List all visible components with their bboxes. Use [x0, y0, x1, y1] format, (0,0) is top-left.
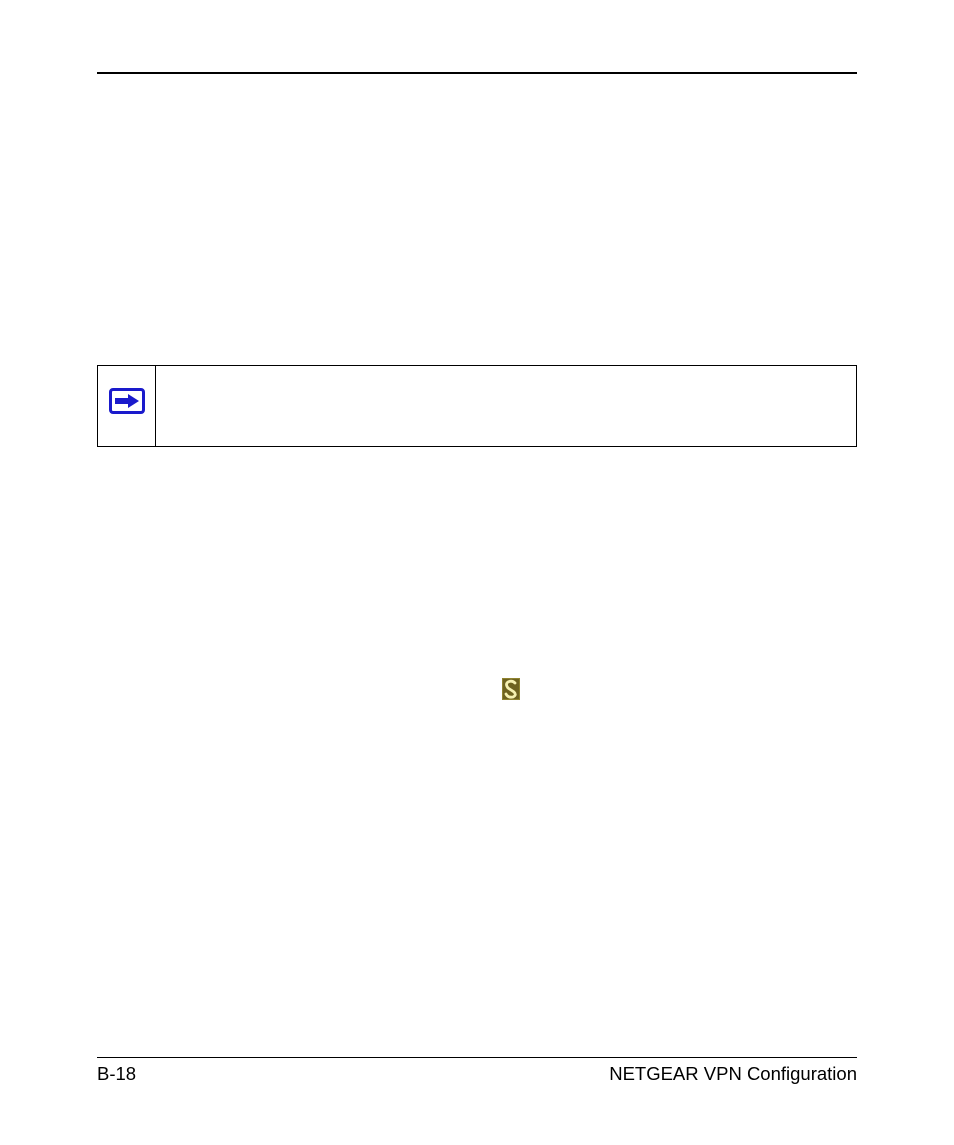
document-page: B-18 NETGEAR VPN Configuration [0, 0, 954, 1145]
arrow-right-icon [109, 388, 145, 414]
page-number: B-18 [97, 1063, 136, 1085]
note-body [156, 366, 856, 446]
s-logo-icon [502, 678, 520, 700]
page-footer: B-18 NETGEAR VPN Configuration [97, 1063, 857, 1085]
note-callout [97, 365, 857, 447]
footer-rule [97, 1057, 857, 1058]
footer-title: NETGEAR VPN Configuration [609, 1063, 857, 1085]
header-rule [97, 72, 857, 74]
note-icon-cell [98, 366, 156, 446]
